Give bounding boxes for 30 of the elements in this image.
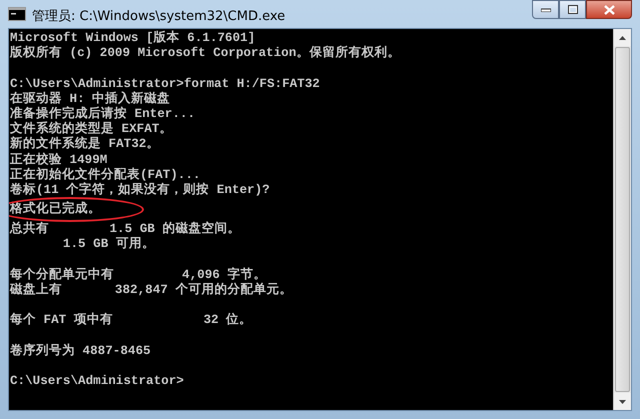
console-line: 磁盘上有 382,847 个可用的分配单元。: [10, 283, 292, 298]
console-line: 卷序列号为 4887-8465: [10, 344, 151, 359]
scroll-up-icon[interactable]: [619, 36, 626, 40]
console-line: C:\Users\Administrator>: [10, 374, 184, 390]
console-line: 正在初始化文件分配表(FAT)...: [10, 168, 200, 182]
console-line: 在驱动器 H: 中插入新磁盘: [10, 92, 170, 106]
console-line: 格式化已完成。: [10, 202, 101, 218]
close-button[interactable]: [586, 0, 632, 19]
scroll-thumb[interactable]: [615, 47, 630, 392]
console-line: Microsoft Windows [版本 6.1.7601]: [10, 31, 256, 46]
window-title: 管理员: C:\Windows\system32\CMD.exe: [32, 8, 286, 25]
console-line: 新的文件系统是 FAT32。: [10, 137, 160, 152]
minimize-icon: [540, 8, 550, 12]
close-icon: [604, 4, 614, 14]
console-line: 版权所有 (c) 2009 Microsoft Corporation。保留所有权利。: [10, 46, 400, 62]
console-line: 文件系统的类型是 EXFAT。: [10, 122, 172, 136]
console-app-icon: [8, 7, 26, 21]
console-line: 正在校验 1499M: [10, 152, 108, 167]
minimize-button[interactable]: [532, 0, 559, 19]
scrollbar[interactable]: [613, 29, 631, 410]
scroll-down-icon[interactable]: [619, 400, 626, 404]
maximize-button[interactable]: [559, 0, 586, 19]
console-line: C:\Users\Administrator>format H:/FS:FAT32: [10, 76, 320, 91]
maximize-icon: [568, 5, 578, 14]
console-line: 1.5 GB 可用。: [62, 237, 155, 253]
console-line: 准备操作完成后请按 Enter...: [10, 106, 196, 121]
console-line: 每个分配单元中有 4,096 字节。: [10, 268, 266, 282]
console-line: 卷标(11 个字符，如果没有，则按 Enter)?: [10, 182, 270, 198]
console-line: 每个 FAT 项中有 32 位。: [10, 313, 252, 329]
console-line: 总共有 1.5 GB 的磁盘空间。: [10, 222, 240, 237]
